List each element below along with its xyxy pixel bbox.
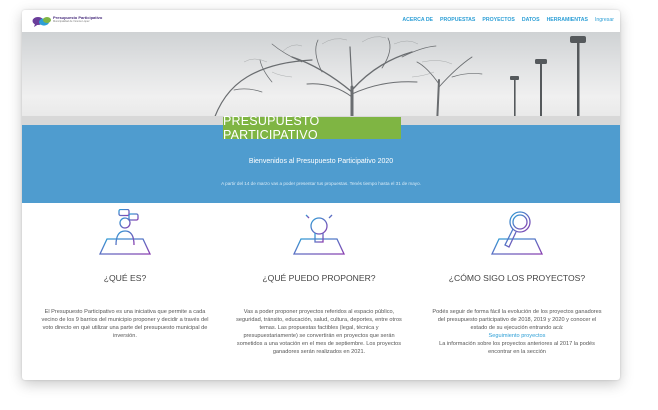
hero-photo: [22, 32, 620, 125]
browser-page: Presupuesto Participativo Municipalidad …: [22, 10, 620, 380]
seguimiento-proyectos-link[interactable]: Seguimiento proyectos: [432, 332, 602, 340]
hero-title-badge: PRESUPUESTO PARTICIPATIVO: [223, 114, 401, 142]
magnifier-icon: [490, 211, 544, 255]
section-body: El Presupuesto Participativo es una inic…: [41, 309, 209, 339]
nav-datos[interactable]: DATOS: [522, 17, 540, 23]
top-navbar: Presupuesto Participativo Municipalidad …: [22, 10, 620, 32]
login-link[interactable]: Ingresar: [595, 17, 614, 23]
site-logo[interactable]: Presupuesto Participativo Municipalidad …: [32, 15, 102, 28]
nav-propuestas[interactable]: PROPUESTAS: [440, 17, 475, 23]
tree-photo-image: [22, 36, 620, 125]
lightbulb-icon: [292, 211, 346, 255]
logo-subtitle: Municipalidad de Vicente López: [53, 20, 90, 23]
section-heading: ¿CÓMO SIGO LOS PROYECTOS?: [448, 273, 586, 283]
nav-herramientas[interactable]: HERRAMIENTAS: [547, 17, 588, 23]
section-heading: ¿QUÉ ES?: [103, 273, 147, 283]
speech-bubbles-logo-icon: [32, 17, 51, 27]
nav-acerca-de[interactable]: ACERCA DE: [402, 17, 433, 23]
people-icon: [98, 209, 152, 255]
section-body: Podés seguir de forma fácil la evolución…: [432, 309, 602, 355]
dates-notice: A partir del 14 de marzo vas a poder pre…: [221, 181, 421, 186]
section-body: Vas a poder proponer proyectos referidos…: [236, 309, 402, 355]
main-menu: ACERCA DE PROPUESTAS PROYECTOS DATOS HER…: [402, 17, 614, 23]
welcome-heading: Bienvenidos al Presupuesto Participativo…: [248, 158, 394, 165]
nav-proyectos[interactable]: PROYECTOS: [482, 17, 514, 23]
section-heading: ¿QUÉ PUEDO PROPONER?: [262, 273, 376, 283]
